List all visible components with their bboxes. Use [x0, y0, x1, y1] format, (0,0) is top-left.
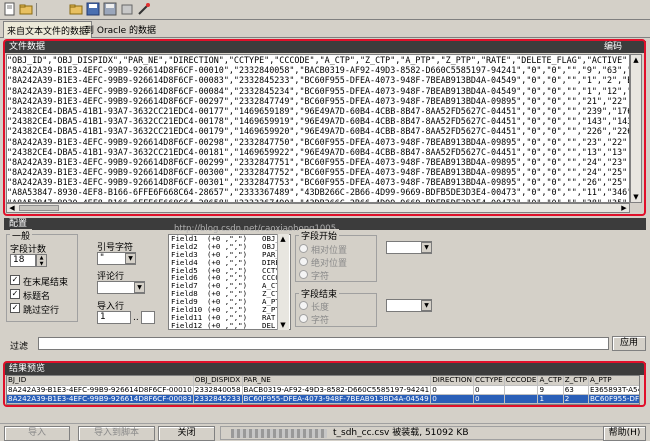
- tab-from-text-file[interactable]: 来自文本文件的数据: [3, 21, 93, 38]
- skip-empty-rows-label: 跳过空行: [23, 306, 60, 316]
- tab-bar: 来自文本文件的数据 到 Oracle 的数据: [0, 20, 650, 38]
- field-position: (+0 ,","): [207, 298, 248, 307]
- field-name: Field6: [171, 274, 198, 283]
- field-count-input[interactable]: 18: [10, 254, 36, 267]
- header-at-end-checkbox[interactable]: ✓: [10, 275, 20, 285]
- import-rows-to-input[interactable]: [141, 311, 155, 324]
- status-bar: 导入 导入到脚本 关闭 t_sdh_cc.csv 被装载, 51092 KB 帮…: [0, 423, 650, 441]
- field-end-char-label: 字符: [311, 316, 330, 326]
- file-data-highlight: [3, 39, 646, 216]
- field-position: (+0 ,","): [207, 258, 248, 267]
- status-panel: t_sdh_cc.csv 被装载, 51092 KB: [220, 426, 605, 440]
- field-position: (+0 ,","): [207, 306, 248, 314]
- field-list-item[interactable]: Field7 (+0 ,",") A_CT: [169, 282, 290, 290]
- field-start-relative-label: 相对位置: [311, 246, 348, 256]
- field-list[interactable]: Field1 (+0 ,",") OBJ_ Field2 (+0 ,",") OBJ_ Fi…: [168, 234, 291, 330]
- field-column: DEL: [262, 321, 276, 330]
- redacted-path: [231, 429, 327, 438]
- field-list-item[interactable]: Field5 (+0 ,",") CCTY: [169, 267, 290, 275]
- field-position: (+0 ,","): [207, 266, 248, 275]
- field-start-char-radio[interactable]: [299, 270, 308, 279]
- skip-empty-rows-checkbox[interactable]: ✓: [10, 303, 20, 313]
- header-name-label: 标题名: [23, 292, 51, 302]
- field-name: Field12: [171, 321, 203, 330]
- field-position: (+0 ,","): [207, 274, 248, 283]
- field-name: Field11: [171, 313, 203, 322]
- close-button[interactable]: 关闭: [158, 426, 215, 441]
- field-list-item[interactable]: Field10 (+0 ,",") Z_PT: [169, 306, 290, 314]
- field-name: Field9: [171, 298, 198, 307]
- field-start-absolute-label: 绝对位置: [311, 259, 348, 269]
- field-name: Field3: [171, 250, 198, 259]
- apply-button[interactable]: 应用: [612, 336, 646, 351]
- field-list-scrollbar[interactable]: ▲ ▼: [277, 234, 289, 330]
- field-column: RAT: [262, 313, 276, 322]
- header-at-end-label: 在末尾结束: [23, 278, 69, 288]
- field-position: (+0 ,","): [207, 290, 248, 299]
- field-list-item[interactable]: Field12 (+0 ,",") DEL: [169, 321, 290, 330]
- clear-icon[interactable]: [120, 2, 134, 16]
- field-position: (+0 ,","): [207, 242, 248, 251]
- field-list-item[interactable]: Field3 (+0 ,",") PAR_: [169, 251, 290, 259]
- field-list-item[interactable]: Field6 (+0 ,",") CCCO: [169, 274, 290, 282]
- field-name: Field4: [171, 258, 198, 267]
- field-position: (+0 ,","): [207, 321, 248, 330]
- field-list-item[interactable]: Field8 (+0 ,",") Z_CT: [169, 290, 290, 298]
- help-button[interactable]: 帮助(H): [603, 426, 646, 441]
- field-list-item[interactable]: Field1 (+0 ,",") OBJ_: [169, 235, 290, 243]
- field-name: Field7: [171, 282, 198, 291]
- field-start-absolute-radio[interactable]: [299, 257, 308, 266]
- field-position: (+0 ,","): [207, 235, 248, 243]
- import-rows-separator: ..: [133, 313, 139, 323]
- field-start-group-title: 字段开始: [299, 229, 340, 242]
- field-list-item[interactable]: Field4 (+0 ,",") DIRE: [169, 259, 290, 267]
- field-end-group-title: 字段结束: [299, 287, 340, 300]
- filter-input[interactable]: [38, 337, 609, 350]
- field-count-spinner[interactable]: ▲ ▼: [36, 254, 47, 267]
- field-end-length-radio[interactable]: [299, 301, 308, 310]
- field-name: Field8: [171, 290, 198, 299]
- open-folder-icon[interactable]: [69, 2, 83, 16]
- scroll-up-icon[interactable]: ▲: [278, 234, 288, 244]
- field-start-char-label: 字符: [311, 272, 330, 282]
- chevron-down-icon[interactable]: ▼: [134, 282, 145, 293]
- filter-label: 过滤: [10, 342, 29, 352]
- field-list-item[interactable]: Field9 (+0 ,",") A_PT: [169, 298, 290, 306]
- field-position: (+0 ,","): [207, 282, 248, 291]
- open-folder-icon[interactable]: [19, 2, 33, 16]
- wizard-icon[interactable]: [137, 2, 151, 16]
- field-end-length-label: 长度: [311, 303, 330, 313]
- field-name: Field1: [171, 235, 198, 243]
- chevron-down-icon[interactable]: ▼: [421, 300, 432, 311]
- field-list-item[interactable]: Field2 (+0 ,",") OBJ_: [169, 243, 290, 251]
- save-as-icon[interactable]: [103, 2, 117, 16]
- results-highlight: [3, 361, 646, 407]
- header-name-checkbox[interactable]: ✓: [10, 289, 20, 299]
- field-start-relative-radio[interactable]: [299, 244, 308, 253]
- field-name: Field2: [171, 242, 198, 251]
- field-position: (+0 ,","): [207, 313, 248, 322]
- field-name: Field10: [171, 306, 203, 314]
- file-info-text: t_sdh_cc.csv 被装载, 51092 KB: [333, 428, 469, 438]
- save-icon[interactable]: [86, 2, 100, 16]
- chevron-down-icon[interactable]: ▼: [421, 242, 432, 253]
- field-name: Field5: [171, 266, 198, 275]
- general-group-title: 一般: [10, 229, 33, 242]
- import-to-script-button[interactable]: 导入到脚本: [78, 426, 155, 441]
- scroll-down-icon[interactable]: ▼: [278, 320, 288, 330]
- config-title: 配置: [9, 219, 28, 229]
- field-position: (+0 ,","): [207, 250, 248, 259]
- import-rows-from-input[interactable]: 1: [97, 311, 131, 324]
- tab-to-oracle[interactable]: 到 Oracle 的数据: [82, 21, 159, 38]
- chevron-down-icon[interactable]: ▼: [125, 253, 136, 264]
- field-list-item[interactable]: Field11 (+0 ,",") RAT: [169, 314, 290, 322]
- import-button[interactable]: 导入: [4, 426, 70, 441]
- field-end-char-radio[interactable]: [299, 314, 308, 323]
- open-icon[interactable]: [3, 2, 17, 16]
- toolbar: [0, 0, 650, 20]
